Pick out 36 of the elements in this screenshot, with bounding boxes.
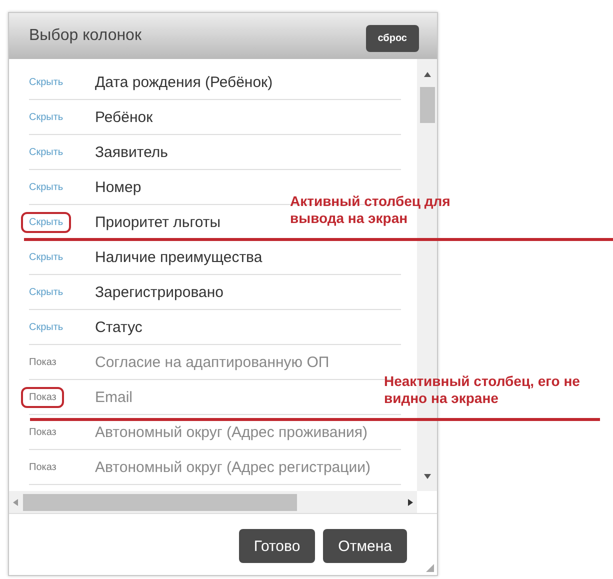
reset-button[interactable]: сброс bbox=[366, 24, 419, 52]
resize-grip-icon[interactable] bbox=[426, 564, 434, 572]
toggle-link[interactable]: Скрыть bbox=[29, 318, 95, 336]
scroll-up-icon[interactable] bbox=[422, 71, 432, 78]
cancel-button[interactable]: Отмена bbox=[323, 529, 407, 563]
toggle-link[interactable]: Скрыть bbox=[29, 178, 95, 196]
column-name: Автономный округ (Адрес регистрации) bbox=[95, 458, 370, 476]
done-button[interactable]: Готово bbox=[238, 529, 316, 563]
toggle-link[interactable]: Показ bbox=[21, 386, 64, 408]
column-name: Наличие преимущества bbox=[95, 248, 262, 266]
annotation-text: Активный столбец для вывода на экран bbox=[290, 193, 452, 227]
column-name: Дата рождения (Ребёнок) bbox=[95, 74, 273, 90]
column-name: Приоритет льготы bbox=[95, 214, 221, 230]
column-name: Зарегистрировано bbox=[95, 284, 224, 300]
column-name: Ребёнок bbox=[95, 108, 153, 126]
horizontal-scrollbar[interactable] bbox=[9, 491, 417, 513]
column-name: Номер bbox=[95, 178, 142, 196]
dialog-title: Выбор колонок bbox=[29, 27, 142, 45]
annotation-text: Неактивный столбец, его не видно на экране bbox=[384, 373, 581, 407]
toggle-link[interactable]: Скрыть bbox=[29, 144, 95, 160]
toggle-link[interactable]: Скрыть bbox=[29, 284, 95, 300]
scroll-thumb[interactable] bbox=[420, 87, 434, 123]
toggle-link[interactable]: Скрыть bbox=[29, 108, 95, 126]
scroll-thumb[interactable] bbox=[23, 494, 297, 510]
toggle-link[interactable]: Скрыть bbox=[29, 74, 95, 90]
scroll-down-icon[interactable] bbox=[422, 473, 432, 480]
column-name: Автономный округ (Адрес проживания) bbox=[95, 424, 368, 440]
column-name: Заявитель bbox=[95, 144, 168, 160]
column-name: Email bbox=[95, 388, 133, 406]
toggle-link[interactable]: Скрыть bbox=[29, 248, 95, 266]
toggle-link[interactable]: Показ bbox=[29, 424, 95, 440]
column-name: Статус bbox=[95, 318, 142, 336]
toggle-link[interactable]: Показ bbox=[29, 354, 95, 370]
toggle-link[interactable]: Скрыть bbox=[21, 212, 72, 232]
column-name: Согласие на адаптированную ОП bbox=[95, 354, 330, 370]
toggle-link[interactable]: Показ bbox=[29, 458, 95, 476]
